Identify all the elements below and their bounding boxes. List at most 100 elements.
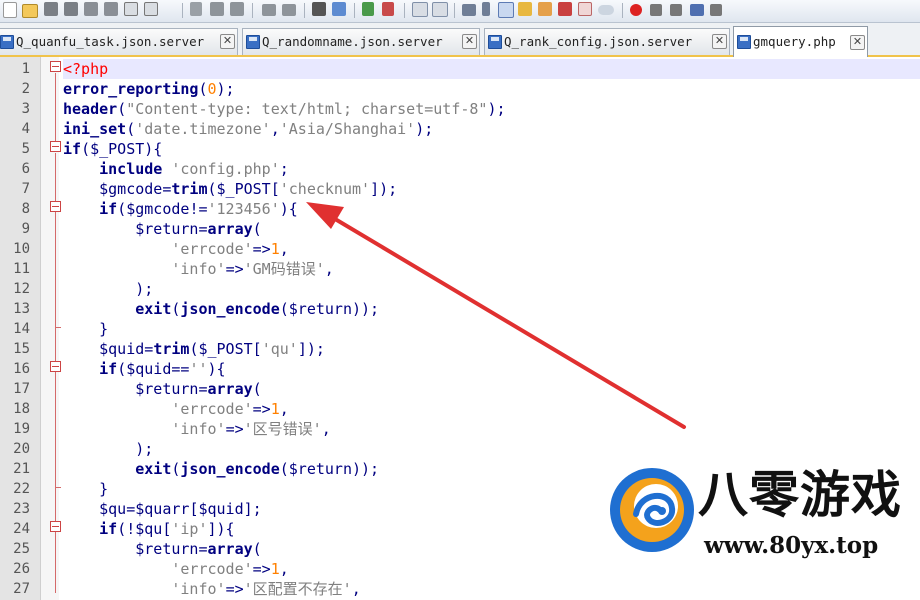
code-token: if <box>99 520 118 538</box>
code-line[interactable]: 'errcode'=>1, <box>63 559 288 579</box>
tab-q-randomname[interactable]: Q_randomname.json.server ✕ <box>242 28 480 55</box>
code-token: $return <box>288 460 352 478</box>
code-token: $return <box>288 300 352 318</box>
fold-toggle-icon[interactable] <box>50 61 61 72</box>
code-line[interactable]: $quid=trim($_POST['qu']); <box>63 339 325 359</box>
zoom-out-icon[interactable] <box>382 2 394 16</box>
code-line[interactable]: $return=array( <box>63 539 261 559</box>
tab-q-quanfu-task[interactable]: Q_quanfu_task.json.server ✕ <box>0 28 238 55</box>
tab-gmquery-php[interactable]: gmquery.php ✕ <box>733 26 868 57</box>
record-macro-icon[interactable] <box>630 4 642 16</box>
tab-q-rank-config[interactable]: Q_rank_config.json.server ✕ <box>484 28 730 55</box>
code-line[interactable]: if($_POST){ <box>63 139 162 159</box>
line-number: 12 <box>13 281 30 297</box>
code-line[interactable]: if($gmcode!='123456'){ <box>63 199 298 219</box>
code-line[interactable]: 'info'=>'区配置不存在', <box>63 579 361 599</box>
code-token: ]); <box>370 180 398 198</box>
word-wrap-icon[interactable] <box>462 4 476 16</box>
save-icon[interactable] <box>44 2 58 16</box>
code-token: if <box>99 360 118 378</box>
close-icon[interactable] <box>84 2 98 16</box>
folder-workspace-icon[interactable] <box>578 2 592 16</box>
code-line[interactable]: exit(json_encode($return)); <box>63 459 379 479</box>
code-line[interactable]: if($quid==''){ <box>63 359 225 379</box>
code-line[interactable]: header("Content-type: text/html; charset… <box>63 99 506 119</box>
code-line[interactable]: $return=array( <box>63 379 261 399</box>
code-line[interactable]: include 'config.php'; <box>63 159 289 179</box>
fold-toggle-icon[interactable] <box>50 361 61 372</box>
code-line[interactable]: 'errcode'=>1, <box>63 239 288 259</box>
code-token: (! <box>117 520 136 538</box>
code-line[interactable]: 'info'=>'区号错误', <box>63 419 331 439</box>
print-preview-icon[interactable] <box>144 2 158 16</box>
tab-bar: Q_quanfu_task.json.server ✕ Q_randomname… <box>0 23 920 57</box>
tab-close-icon[interactable]: ✕ <box>712 34 727 49</box>
undo-icon[interactable] <box>262 4 276 16</box>
run-macro-multiple-icon[interactable] <box>690 4 704 16</box>
tab-close-icon[interactable]: ✕ <box>220 34 235 49</box>
zoom-in-icon[interactable] <box>362 2 374 16</box>
code-line[interactable]: } <box>63 319 108 339</box>
code-line[interactable]: $gmcode=trim($_POST['checknum']); <box>63 179 397 199</box>
show-all-chars-icon[interactable] <box>482 2 490 16</box>
language-icon[interactable] <box>518 2 532 16</box>
doc-map-icon[interactable] <box>538 2 552 16</box>
paste-icon[interactable] <box>230 2 244 16</box>
code-token: ); <box>415 120 434 138</box>
code-token: 1 <box>270 560 280 578</box>
code-line[interactable]: } <box>63 479 108 499</box>
code-token: $gmcode <box>99 180 163 198</box>
save-all-icon[interactable] <box>64 2 78 16</box>
copy-icon[interactable] <box>210 2 224 16</box>
indent-guide-icon[interactable] <box>498 2 514 18</box>
new-file-icon[interactable] <box>3 2 17 18</box>
code-line[interactable]: ini_set('date.timezone','Asia/Shanghai')… <box>63 119 433 139</box>
redo-icon[interactable] <box>282 4 296 16</box>
find-icon[interactable] <box>312 2 326 16</box>
tab-label: Q_quanfu_task.json.server <box>16 34 205 49</box>
play-macro-icon[interactable] <box>670 4 682 16</box>
print-icon[interactable] <box>124 2 138 16</box>
replace-icon[interactable] <box>332 2 346 16</box>
code-line[interactable]: 'info'=>'GM码错误', <box>63 259 333 279</box>
code-token: 'info' <box>171 260 226 278</box>
function-list-icon[interactable] <box>558 2 572 16</box>
code-token: , <box>351 580 361 598</box>
code-line[interactable]: exit(json_encode($return)); <box>63 299 379 319</box>
code-line[interactable]: $return=array( <box>63 219 261 239</box>
fold-toggle-icon[interactable] <box>50 521 61 532</box>
code-token: , <box>321 420 331 438</box>
sync-vertical-icon[interactable] <box>412 2 428 17</box>
code-token: <?php <box>63 60 109 78</box>
toolbar-separator <box>454 3 455 18</box>
sync-horizontal-icon[interactable] <box>432 2 448 17</box>
code-line[interactable]: ); <box>63 439 153 459</box>
open-folder-icon[interactable] <box>22 4 38 18</box>
code-line[interactable]: 'errcode'=>1, <box>63 399 288 419</box>
tab-close-icon[interactable]: ✕ <box>462 34 477 49</box>
save-macro-icon[interactable] <box>710 4 722 16</box>
code-token: 'config.php' <box>171 160 280 178</box>
logo-url: www.80yx.top <box>704 532 879 559</box>
monitoring-eye-icon[interactable] <box>598 5 614 15</box>
fold-toggle-icon[interactable] <box>50 141 61 152</box>
code-token: $gmcode <box>126 200 190 218</box>
code-line[interactable]: ); <box>63 279 153 299</box>
fold-toggle-icon[interactable] <box>50 201 61 212</box>
code-token: ( <box>117 360 127 378</box>
code-line[interactable]: <?php <box>63 59 920 79</box>
stop-macro-icon[interactable] <box>650 4 662 16</box>
tab-close-icon[interactable]: ✕ <box>850 35 865 50</box>
code-line[interactable]: if(!$qu['ip']){ <box>63 519 234 539</box>
code-token: ); <box>135 440 154 458</box>
code-line[interactable]: error_reporting(0); <box>63 79 235 99</box>
close-all-icon[interactable] <box>104 2 118 16</box>
code-line[interactable]: $qu=$quarr[$quid]; <box>63 499 262 519</box>
cut-icon[interactable] <box>190 2 202 16</box>
